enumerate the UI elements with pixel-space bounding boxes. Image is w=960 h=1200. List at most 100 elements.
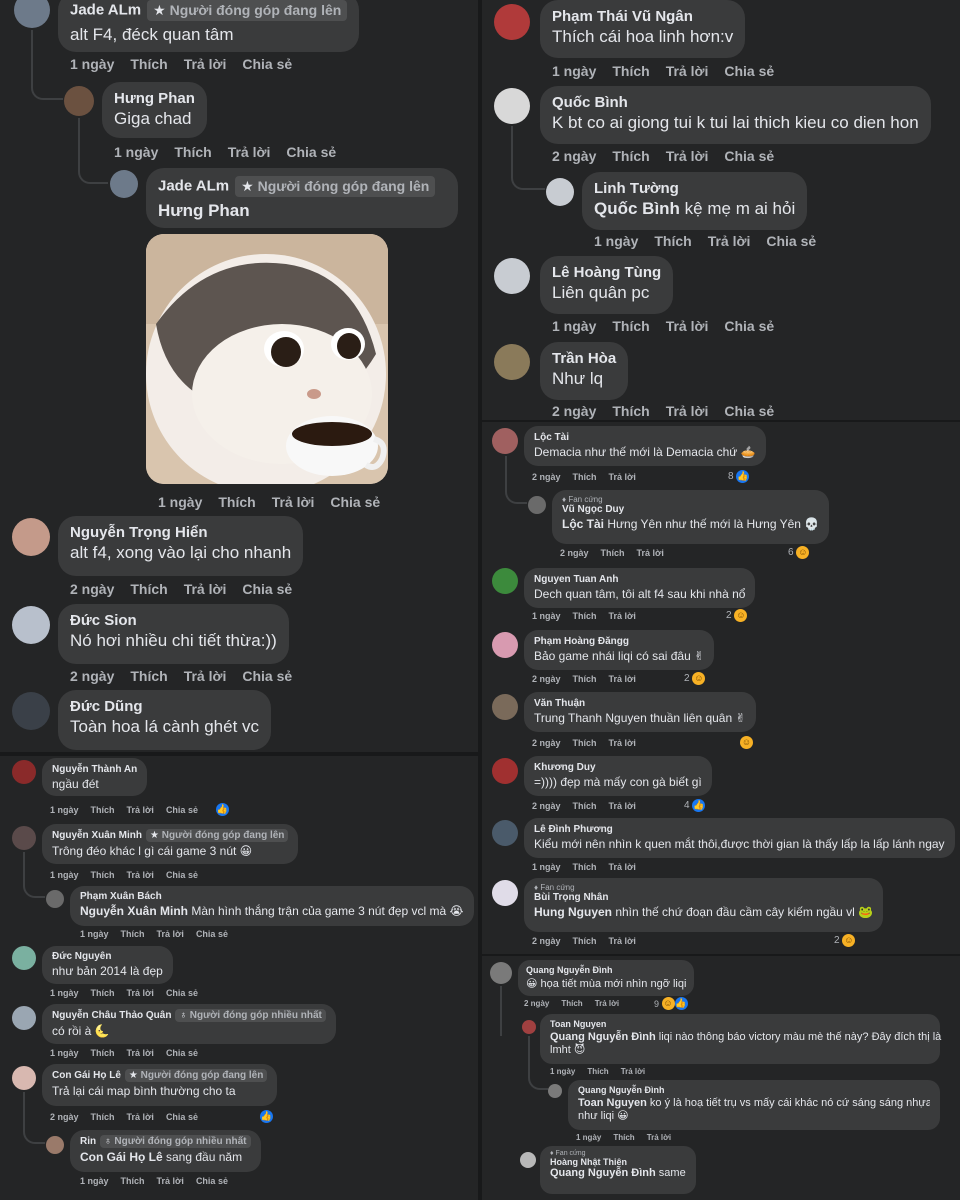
like-button[interactable]: Thích (573, 472, 597, 482)
reply-button[interactable]: Trả lời (609, 801, 636, 811)
avatar[interactable] (522, 1020, 536, 1034)
avatar[interactable] (492, 820, 518, 846)
avatar[interactable] (494, 258, 530, 294)
like-button[interactable]: Thích (612, 318, 649, 334)
share-button[interactable]: Chia sẻ (724, 63, 774, 79)
time-link[interactable]: 2 ngày (532, 674, 561, 684)
reply-button[interactable]: Trả lời (666, 403, 709, 419)
time-link[interactable]: 1 ngày (552, 318, 596, 334)
commenter-name[interactable]: Quốc Bình (552, 94, 919, 111)
like-button[interactable]: Thích (91, 1112, 115, 1122)
commenter-name[interactable]: Lê Đình Phương (534, 824, 945, 835)
avatar[interactable] (492, 758, 518, 784)
commenter-name[interactable]: Nguyễn Châu Thảo Quân ♁ Người đóng góp nh… (52, 1009, 326, 1022)
like-button[interactable]: Thích (573, 936, 597, 946)
reply-button[interactable]: Trả lời (666, 63, 709, 79)
like-button[interactable]: Thích (218, 494, 255, 510)
like-button[interactable]: Thích (130, 56, 167, 72)
commenter-name[interactable]: Jade ALm ★ Người đóng góp đang lên (70, 0, 348, 21)
mention-link[interactable]: Lộc Tài (562, 517, 604, 531)
time-link[interactable]: 2 ngày (532, 801, 561, 811)
commenter-name[interactable]: Khương Duy (534, 762, 702, 773)
reaction-count[interactable]: 2 ☺ (726, 609, 748, 622)
reply-button[interactable]: Trả lời (157, 929, 184, 939)
like-button[interactable]: Thích (561, 999, 582, 1008)
avatar[interactable] (12, 518, 50, 556)
share-button[interactable]: Chia sẻ (166, 988, 198, 998)
time-link[interactable]: 1 ngày (532, 862, 561, 872)
commenter-name[interactable]: Lê Hoàng Tùng (552, 264, 661, 281)
commenter-name[interactable]: Quang Nguyễn Đình (578, 1085, 930, 1095)
time-link[interactable]: 2 ngày (70, 581, 114, 597)
avatar[interactable] (110, 170, 138, 198)
time-link[interactable]: 1 ngày (594, 233, 638, 249)
avatar[interactable] (492, 428, 518, 454)
time-link[interactable]: 1 ngày (50, 870, 79, 880)
commenter-name[interactable]: Lộc Tài (534, 432, 756, 443)
avatar[interactable] (46, 890, 64, 908)
share-button[interactable]: Chia sẻ (724, 403, 774, 419)
reply-button[interactable]: Trả lời (609, 611, 636, 621)
reply-button[interactable]: Trả lời (127, 1048, 154, 1058)
share-button[interactable]: Chia sẻ (242, 56, 292, 72)
like-button[interactable]: Thích (573, 674, 597, 684)
share-button[interactable]: Chia sẻ (242, 581, 292, 597)
sticker-image[interactable] (146, 234, 388, 484)
commenter-name[interactable]: Nguyễn Xuân Minh ★ Người đóng góp đang lê… (52, 829, 289, 842)
avatar[interactable] (12, 692, 50, 730)
avatar[interactable] (12, 606, 50, 644)
reply-button[interactable]: Trả lời (127, 988, 154, 998)
avatar[interactable] (14, 0, 50, 28)
avatar[interactable] (494, 88, 530, 124)
share-button[interactable]: Chia sẻ (196, 929, 228, 939)
reply-button[interactable]: Trả lời (127, 805, 154, 815)
commenter-name[interactable]: Rin ♁ Người đóng góp nhiều nhất (80, 1135, 251, 1148)
time-link[interactable]: 2 ngày (552, 148, 596, 164)
like-button[interactable]: Thích (654, 233, 691, 249)
reply-button[interactable]: Trả lời (637, 548, 664, 558)
avatar[interactable] (520, 1152, 536, 1168)
like-button[interactable]: Thích (573, 738, 597, 748)
reaction-count[interactable]: 6 ☺ (788, 546, 810, 559)
commenter-name[interactable]: Phạm Thái Vũ Ngân (552, 8, 733, 25)
like-button[interactable]: Thích (573, 862, 597, 872)
commenter-name[interactable]: Toan Nguyen (550, 1019, 930, 1029)
commenter-name[interactable]: Hưng Phan (114, 90, 195, 107)
commenter-name[interactable]: Đức Nguyên (52, 951, 163, 962)
reaction-count[interactable]: 4 👍 (684, 799, 706, 812)
commenter-name[interactable]: Văn Thuận (534, 698, 746, 709)
mention-link[interactable]: Quang Nguyễn Đình (550, 1167, 656, 1179)
share-button[interactable]: Chia sẻ (724, 148, 774, 164)
commenter-name[interactable]: Đức Dũng (70, 698, 259, 715)
like-button[interactable]: Thích (121, 929, 145, 939)
like-button[interactable]: Thích (612, 403, 649, 419)
like-button[interactable]: Thích (601, 548, 625, 558)
reply-button[interactable]: Trả lời (184, 56, 227, 72)
time-link[interactable]: 1 ngày (532, 611, 561, 621)
share-button[interactable]: Chia sẻ (766, 233, 816, 249)
like-button[interactable]: Thích (91, 870, 115, 880)
time-link[interactable]: 1 ngày (80, 1176, 109, 1186)
avatar[interactable] (546, 178, 574, 206)
time-link[interactable]: 1 ngày (70, 56, 114, 72)
reply-button[interactable]: Trả lời (708, 233, 751, 249)
like-button[interactable]: Thích (613, 1133, 634, 1142)
mention-link[interactable]: Hung Nguyen (534, 905, 612, 919)
avatar[interactable] (12, 1066, 36, 1090)
like-button[interactable]: Thích (612, 148, 649, 164)
commenter-name[interactable]: Vũ Ngọc Duy (562, 504, 819, 515)
commenter-name[interactable]: Đức Sion (70, 612, 277, 629)
like-button[interactable]: Thích (573, 611, 597, 621)
reply-button[interactable]: Trả lời (228, 144, 271, 160)
avatar[interactable] (12, 1006, 36, 1030)
reply-button[interactable]: Trả lời (184, 581, 227, 597)
mention-link[interactable]: Quang Nguyễn Đình (550, 1031, 656, 1043)
avatar[interactable] (12, 760, 36, 784)
avatar[interactable] (494, 344, 530, 380)
commenter-name[interactable]: Jade ALm ★ Người đóng góp đang lên (158, 176, 446, 197)
avatar[interactable] (12, 826, 36, 850)
mention-link[interactable]: Hưng Phan (158, 201, 446, 221)
time-link[interactable]: 1 ngày (552, 63, 596, 79)
avatar[interactable] (492, 880, 518, 906)
avatar[interactable] (12, 946, 36, 970)
